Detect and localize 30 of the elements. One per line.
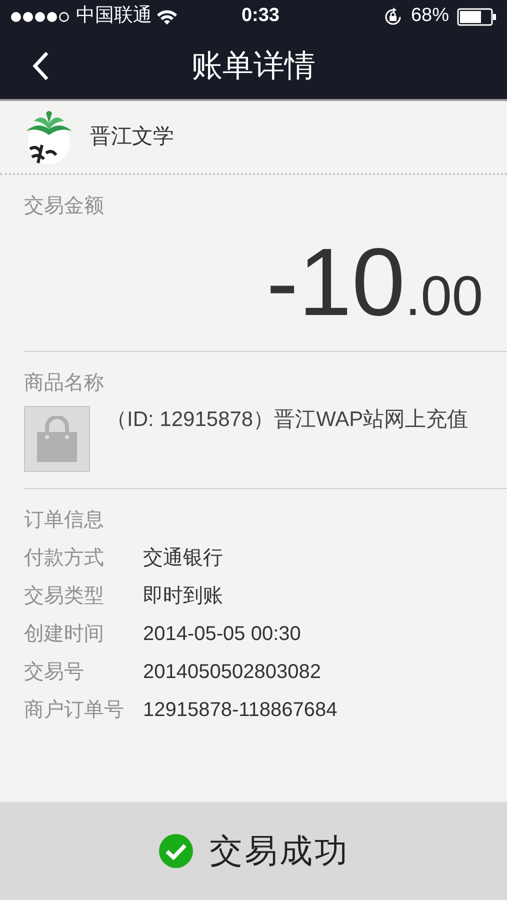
amount-value: -10 — [266, 235, 406, 331]
field-value: 交通银行 — [143, 546, 223, 571]
field-label: 交易号 — [24, 660, 85, 685]
carrier-name: 中国联通 — [76, 4, 152, 28]
amount-label: 交易金额 — [24, 194, 104, 219]
field-value: 2014050502803082 — [143, 660, 321, 685]
field-value: 2014-05-05 00:30 — [143, 622, 301, 647]
field-label: 付款方式 — [24, 546, 105, 571]
shopping-bag-icon — [35, 416, 79, 462]
merchant-name: 晋江文学 — [90, 124, 174, 150]
page-title: 账单详情 — [192, 47, 316, 85]
battery-percent: 68% — [410, 4, 449, 28]
wifi-icon — [156, 8, 178, 24]
logo-icon — [24, 109, 74, 165]
battery-icon — [457, 8, 497, 26]
field-label: 交易类型 — [24, 584, 105, 609]
product-label: 商品名称 — [24, 371, 104, 396]
signal-icon — [10, 10, 72, 22]
field-value: 即时到账 — [143, 584, 223, 609]
order-info-label: 订单信息 — [24, 508, 104, 533]
product-name: （ID: 12915878）晋江WAP站网上充值 — [106, 407, 468, 433]
field-value: 12915878-118867684 — [143, 698, 338, 723]
check-circle-icon — [158, 833, 194, 869]
back-icon — [32, 51, 50, 81]
field-label: 商户订单号 — [24, 698, 125, 723]
status-text: 交易成功 — [210, 831, 350, 872]
rotation-lock-icon — [382, 6, 403, 26]
clock-time: 0:33 — [241, 4, 280, 28]
field-label: 创建时间 — [24, 622, 105, 647]
amount-decimals: .00 — [405, 268, 483, 324]
